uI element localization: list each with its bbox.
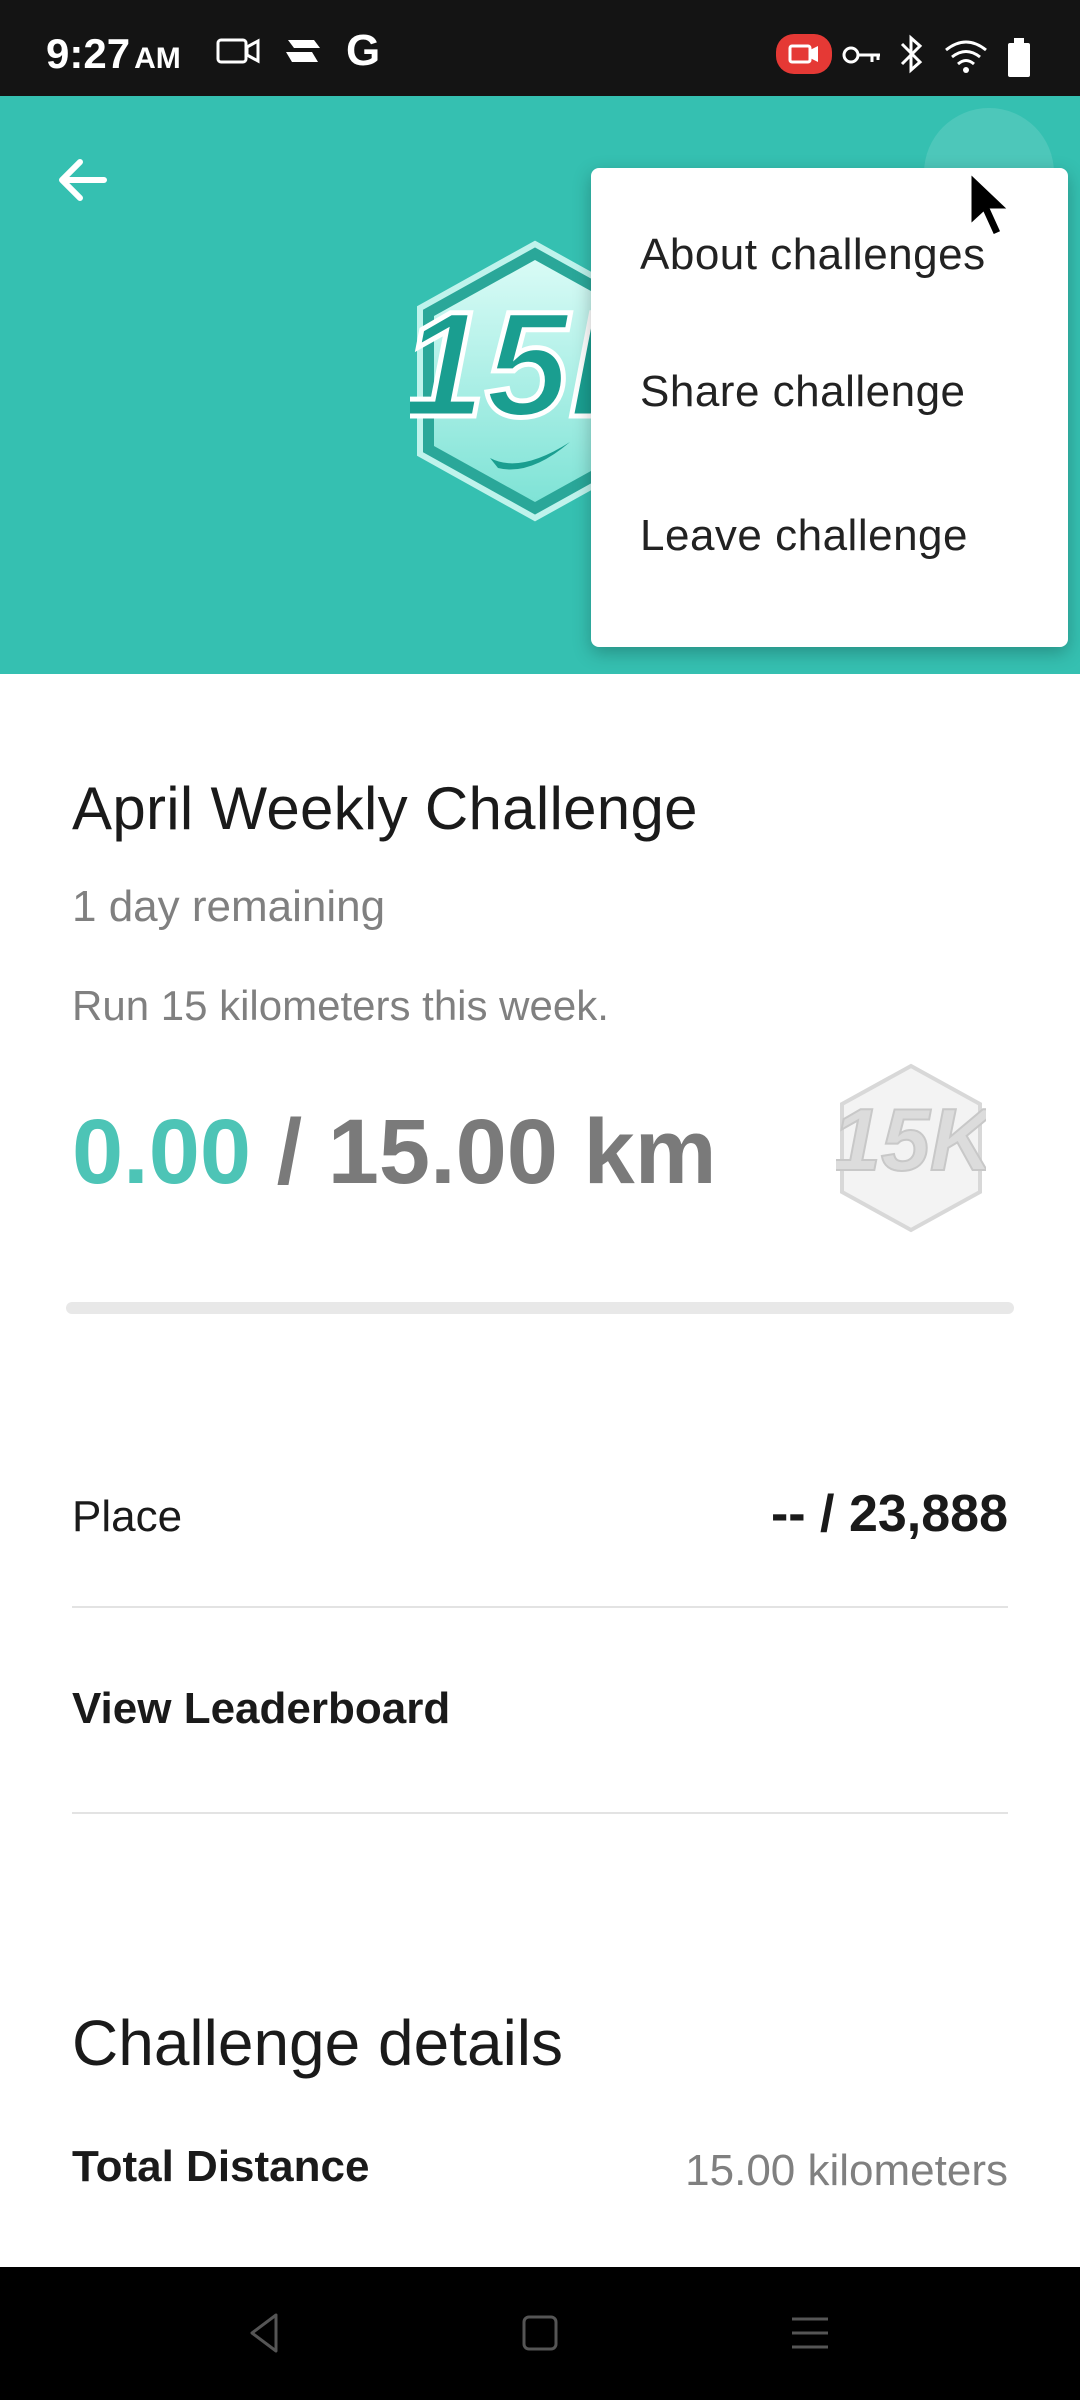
key-icon <box>842 46 880 64</box>
back-triangle-icon[interactable] <box>236 2303 296 2363</box>
progress-bar <box>66 1302 1014 1314</box>
back-arrow-icon[interactable] <box>52 148 116 212</box>
status-time: 9:27 AM <box>46 30 181 77</box>
mouse-cursor-icon <box>968 170 1014 238</box>
place-value: -- / 23,888 <box>770 1485 1008 1543</box>
menu-item-share-challenge[interactable]: Share challenge <box>591 320 1068 464</box>
menu-item-leave-challenge[interactable]: Leave challenge <box>591 464 1068 608</box>
badge-small-text: 15K <box>836 1090 986 1189</box>
total-distance-label: Total Distance <box>72 2142 370 2191</box>
screen-record-icon <box>776 34 832 74</box>
total-distance-value: 15.00 kilometers <box>685 2146 1008 2195</box>
distance-progress: 0.00 / 15.00 km <box>72 1100 717 1205</box>
video-camera-icon <box>216 38 260 64</box>
battery-icon <box>1008 38 1030 77</box>
screen: 9:27 AM G 15K About challenges Share cha… <box>0 0 1080 2400</box>
navigation-bar <box>0 2267 1080 2400</box>
challenge-badge-small-icon: 15K <box>836 1063 986 1233</box>
challenge-title: April Weekly Challenge <box>72 775 698 842</box>
divider <box>72 1606 1008 1608</box>
google-icon: G <box>346 26 381 75</box>
current-distance: 0.00 <box>72 1101 252 1203</box>
recents-menu-icon[interactable] <box>780 2303 840 2363</box>
time-remaining: 1 day remaining <box>72 882 386 931</box>
goal-distance: / 15.00 km <box>276 1101 717 1203</box>
challenge-details-title: Challenge details <box>72 2007 563 2079</box>
home-square-icon[interactable] <box>510 2303 570 2363</box>
wifi-icon <box>945 40 987 73</box>
game-controller-icon <box>286 40 320 62</box>
divider <box>72 1812 1008 1814</box>
status-bar: 9:27 AM G <box>0 0 1080 96</box>
challenge-description: Run 15 kilometers this week. <box>72 982 609 1029</box>
view-leaderboard-link[interactable]: View Leaderboard <box>72 1684 450 1734</box>
bluetooth-icon <box>900 34 923 74</box>
place-label: Place <box>72 1492 183 1541</box>
